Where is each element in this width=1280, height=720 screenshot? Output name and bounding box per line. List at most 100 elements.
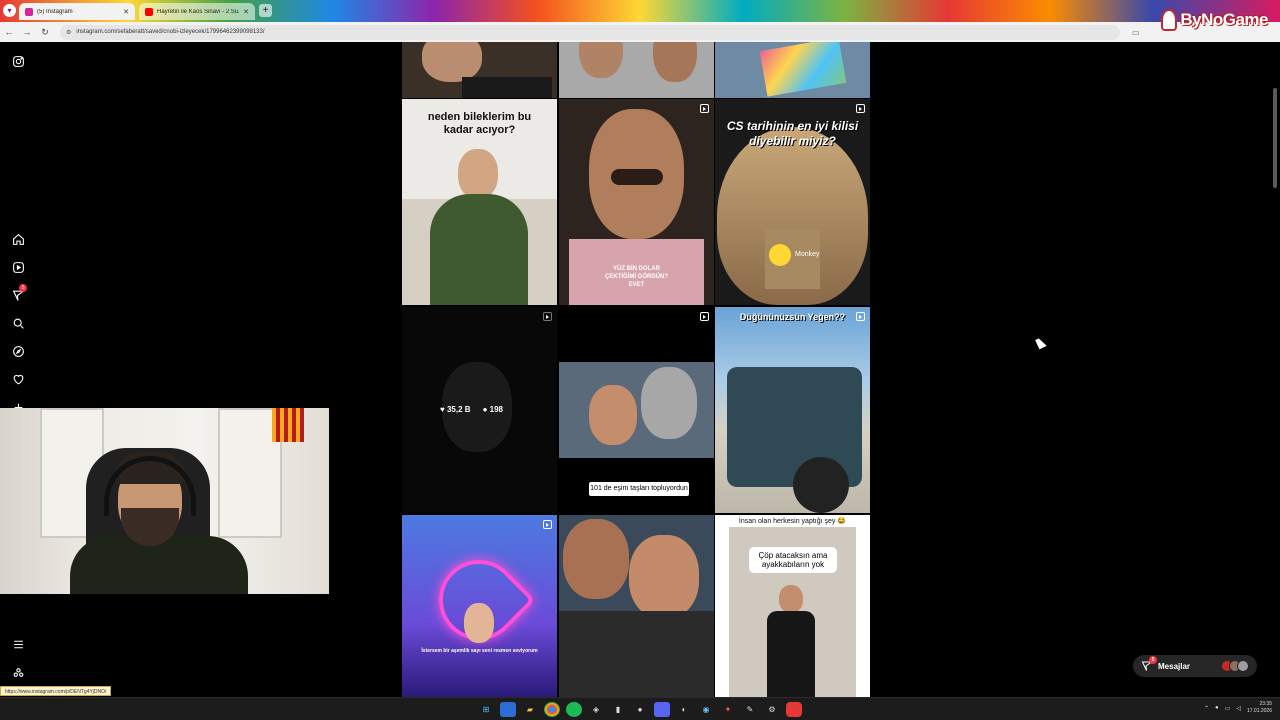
post-thumbnail: [641, 367, 697, 439]
tab-youtube[interactable]: Hayretin ile Kaos Sinavi - 2 Su... ✕: [139, 3, 255, 20]
post-caption: CS tarihinin en iyi kilisi diyebilir miy…: [726, 119, 859, 148]
saved-posts-grid: neden bileklerim bu kadar acıyor? YÜZ Bİ…: [402, 42, 870, 697]
back-icon[interactable]: ←: [0, 27, 18, 37]
post-tile[interactable]: [559, 515, 714, 697]
bynogame-logo: ByNoGame: [1161, 5, 1268, 35]
post-thumbnail: [759, 42, 847, 97]
tab-title: (5) Instagram: [37, 8, 73, 15]
home-icon[interactable]: [9, 230, 27, 248]
page-scrollbar[interactable]: [1273, 88, 1277, 188]
close-tab-icon[interactable]: ✕: [123, 8, 129, 16]
post-tile[interactable]: neden bileklerim bu kadar acıyor?: [402, 99, 557, 305]
browser-tab-strip: ▾ (5) Instagram ✕ Hayretin ile Kaos Sina…: [0, 0, 1280, 22]
instagram-sidebar: 5: [0, 42, 36, 697]
file-explorer-icon[interactable]: ▰: [522, 702, 538, 717]
post-tile[interactable]: İstersem bir aşemlik sayı seni resmen se…: [402, 515, 557, 697]
monkey-logo-icon: [769, 244, 791, 266]
streamer-webcam: [0, 408, 329, 594]
close-tab-icon[interactable]: ✕: [243, 8, 249, 16]
forward-icon[interactable]: →: [18, 27, 36, 37]
settings-icon[interactable]: ⚙: [764, 702, 780, 717]
post-thumbnail: [563, 519, 629, 599]
url-text: instagram.com/sefaberatt/saved/cnobi-izl…: [76, 29, 265, 35]
clock-time: 23:35: [1259, 701, 1272, 707]
network-icon[interactable]: ▭: [1225, 705, 1231, 712]
volume-icon[interactable]: ◁: [1236, 705, 1241, 712]
app-icon[interactable]: ◈: [588, 702, 604, 717]
discord-icon[interactable]: [654, 702, 670, 717]
post-thumbnail: [629, 535, 699, 619]
more-icon[interactable]: [9, 635, 27, 653]
tab-instagram[interactable]: (5) Instagram ✕: [19, 3, 135, 20]
post-thumbnail: [430, 194, 528, 305]
link-status-bar: https://www.instagram.com/p/DENTg4YjDNO/: [0, 686, 112, 696]
brand-name: ByNoGame: [1180, 10, 1268, 29]
likes-count: 35,2 B: [446, 405, 471, 414]
instagram-icon[interactable]: [9, 52, 27, 70]
webcam-flag: [272, 408, 304, 442]
url-field[interactable]: ⚙ instagram.com/sefaberatt/saved/cnobi-i…: [60, 24, 1120, 40]
new-tab-button[interactable]: +: [259, 4, 272, 17]
github-icon[interactable]: ●: [632, 702, 648, 717]
chrome-icon[interactable]: [544, 702, 560, 717]
threads-icon[interactable]: [9, 663, 27, 681]
mouse-cursor-icon: [1035, 336, 1047, 350]
widgets-icon[interactable]: [500, 702, 516, 717]
post-tile[interactable]: Düğününüzsün Yeğen??: [715, 307, 870, 513]
messages-button[interactable]: 5 Mesajlar: [1133, 655, 1257, 677]
extensions-icon[interactable]: ▭: [1132, 28, 1140, 37]
post-thumbnail: [767, 611, 815, 697]
post-caption: 101 de eşim taşları topluyordun: [589, 482, 689, 496]
messages-icon: 5: [1141, 656, 1157, 672]
post-stats: ♥ 35,2 B ● 198: [440, 405, 503, 414]
youtube-favicon-icon: [145, 7, 153, 16]
post-thumbnail: [589, 385, 637, 445]
explore-icon[interactable]: [9, 342, 27, 360]
app-icon[interactable]: ◐: [676, 702, 692, 717]
reload-icon[interactable]: ↻: [36, 27, 54, 38]
post-tile[interactable]: 101 de eşim taşları topluyordun: [559, 307, 714, 513]
search-icon[interactable]: [9, 314, 27, 332]
site-info-icon[interactable]: ⚙: [66, 29, 71, 36]
app-icon[interactable]: ✎: [742, 702, 758, 717]
reel-icon: [856, 104, 865, 113]
microphone-icon[interactable]: ●: [1215, 705, 1219, 711]
system-tray: ⌃ ● ▭ ◁ 23:35 17.01.2026: [1204, 701, 1272, 715]
post-thumbnail: [464, 603, 494, 643]
spotify-icon[interactable]: [566, 702, 582, 717]
clock-date: 17.01.2026: [1246, 708, 1272, 714]
messages-badge: 5: [1149, 656, 1157, 664]
post-watermark: Monkey: [795, 251, 820, 258]
post-caption: neden bileklerim bu kadar acıyor?: [427, 111, 532, 136]
heart-icon: ♥: [440, 405, 445, 414]
taskbar-apps: ⊞ ▰ ◈ ▮ ● ◐ ◉ ✦ ✎ ⚙: [478, 702, 802, 717]
post-sticker-text: Çöp atacaksın ama ayakkabıların yok: [749, 547, 837, 573]
messages-icon[interactable]: 5: [9, 284, 27, 304]
post-tile[interactable]: CS tarihinin en iyi kilisi diyebilir miy…: [715, 99, 870, 305]
post-tile[interactable]: [402, 42, 557, 98]
app-icon[interactable]: ✦: [720, 702, 736, 717]
post-tile[interactable]: [559, 42, 714, 98]
reels-icon[interactable]: [9, 258, 27, 276]
post-tile[interactable]: ♥ 35,2 B ● 198: [402, 307, 557, 513]
post-caption: YÜZ BİN DOLAR ÇEKTİĞİMİ GÖRDÜN? EVET: [605, 266, 668, 288]
start-icon[interactable]: ⊞: [478, 702, 494, 717]
notification-badge: 5: [19, 284, 27, 292]
app-icon[interactable]: ▮: [610, 702, 626, 717]
bynogame-mark-icon: [1161, 9, 1178, 31]
steam-icon[interactable]: ◉: [698, 702, 714, 717]
instagram-favicon-icon: [25, 7, 33, 16]
youtube-icon[interactable]: [786, 702, 802, 717]
clock[interactable]: 23:35 17.01.2026: [1247, 701, 1272, 715]
post-tile[interactable]: İnsan olan herkesin yaptığı şey 😂 Çöp at…: [715, 515, 870, 697]
post-thumbnail: [793, 457, 849, 513]
browser-menu-icon[interactable]: ▾: [3, 4, 16, 17]
tray-chevron-icon[interactable]: ⌃: [1204, 705, 1209, 712]
post-thumbnail: [559, 611, 714, 697]
heart-icon[interactable]: [9, 370, 27, 388]
post-thumbnail: [462, 77, 552, 98]
post-tile[interactable]: YÜZ BİN DOLAR ÇEKTİĞİMİ GÖRDÜN? EVET: [559, 99, 714, 305]
comments-count: 198: [489, 405, 503, 414]
reel-icon: [543, 520, 552, 529]
post-tile[interactable]: [715, 42, 870, 98]
